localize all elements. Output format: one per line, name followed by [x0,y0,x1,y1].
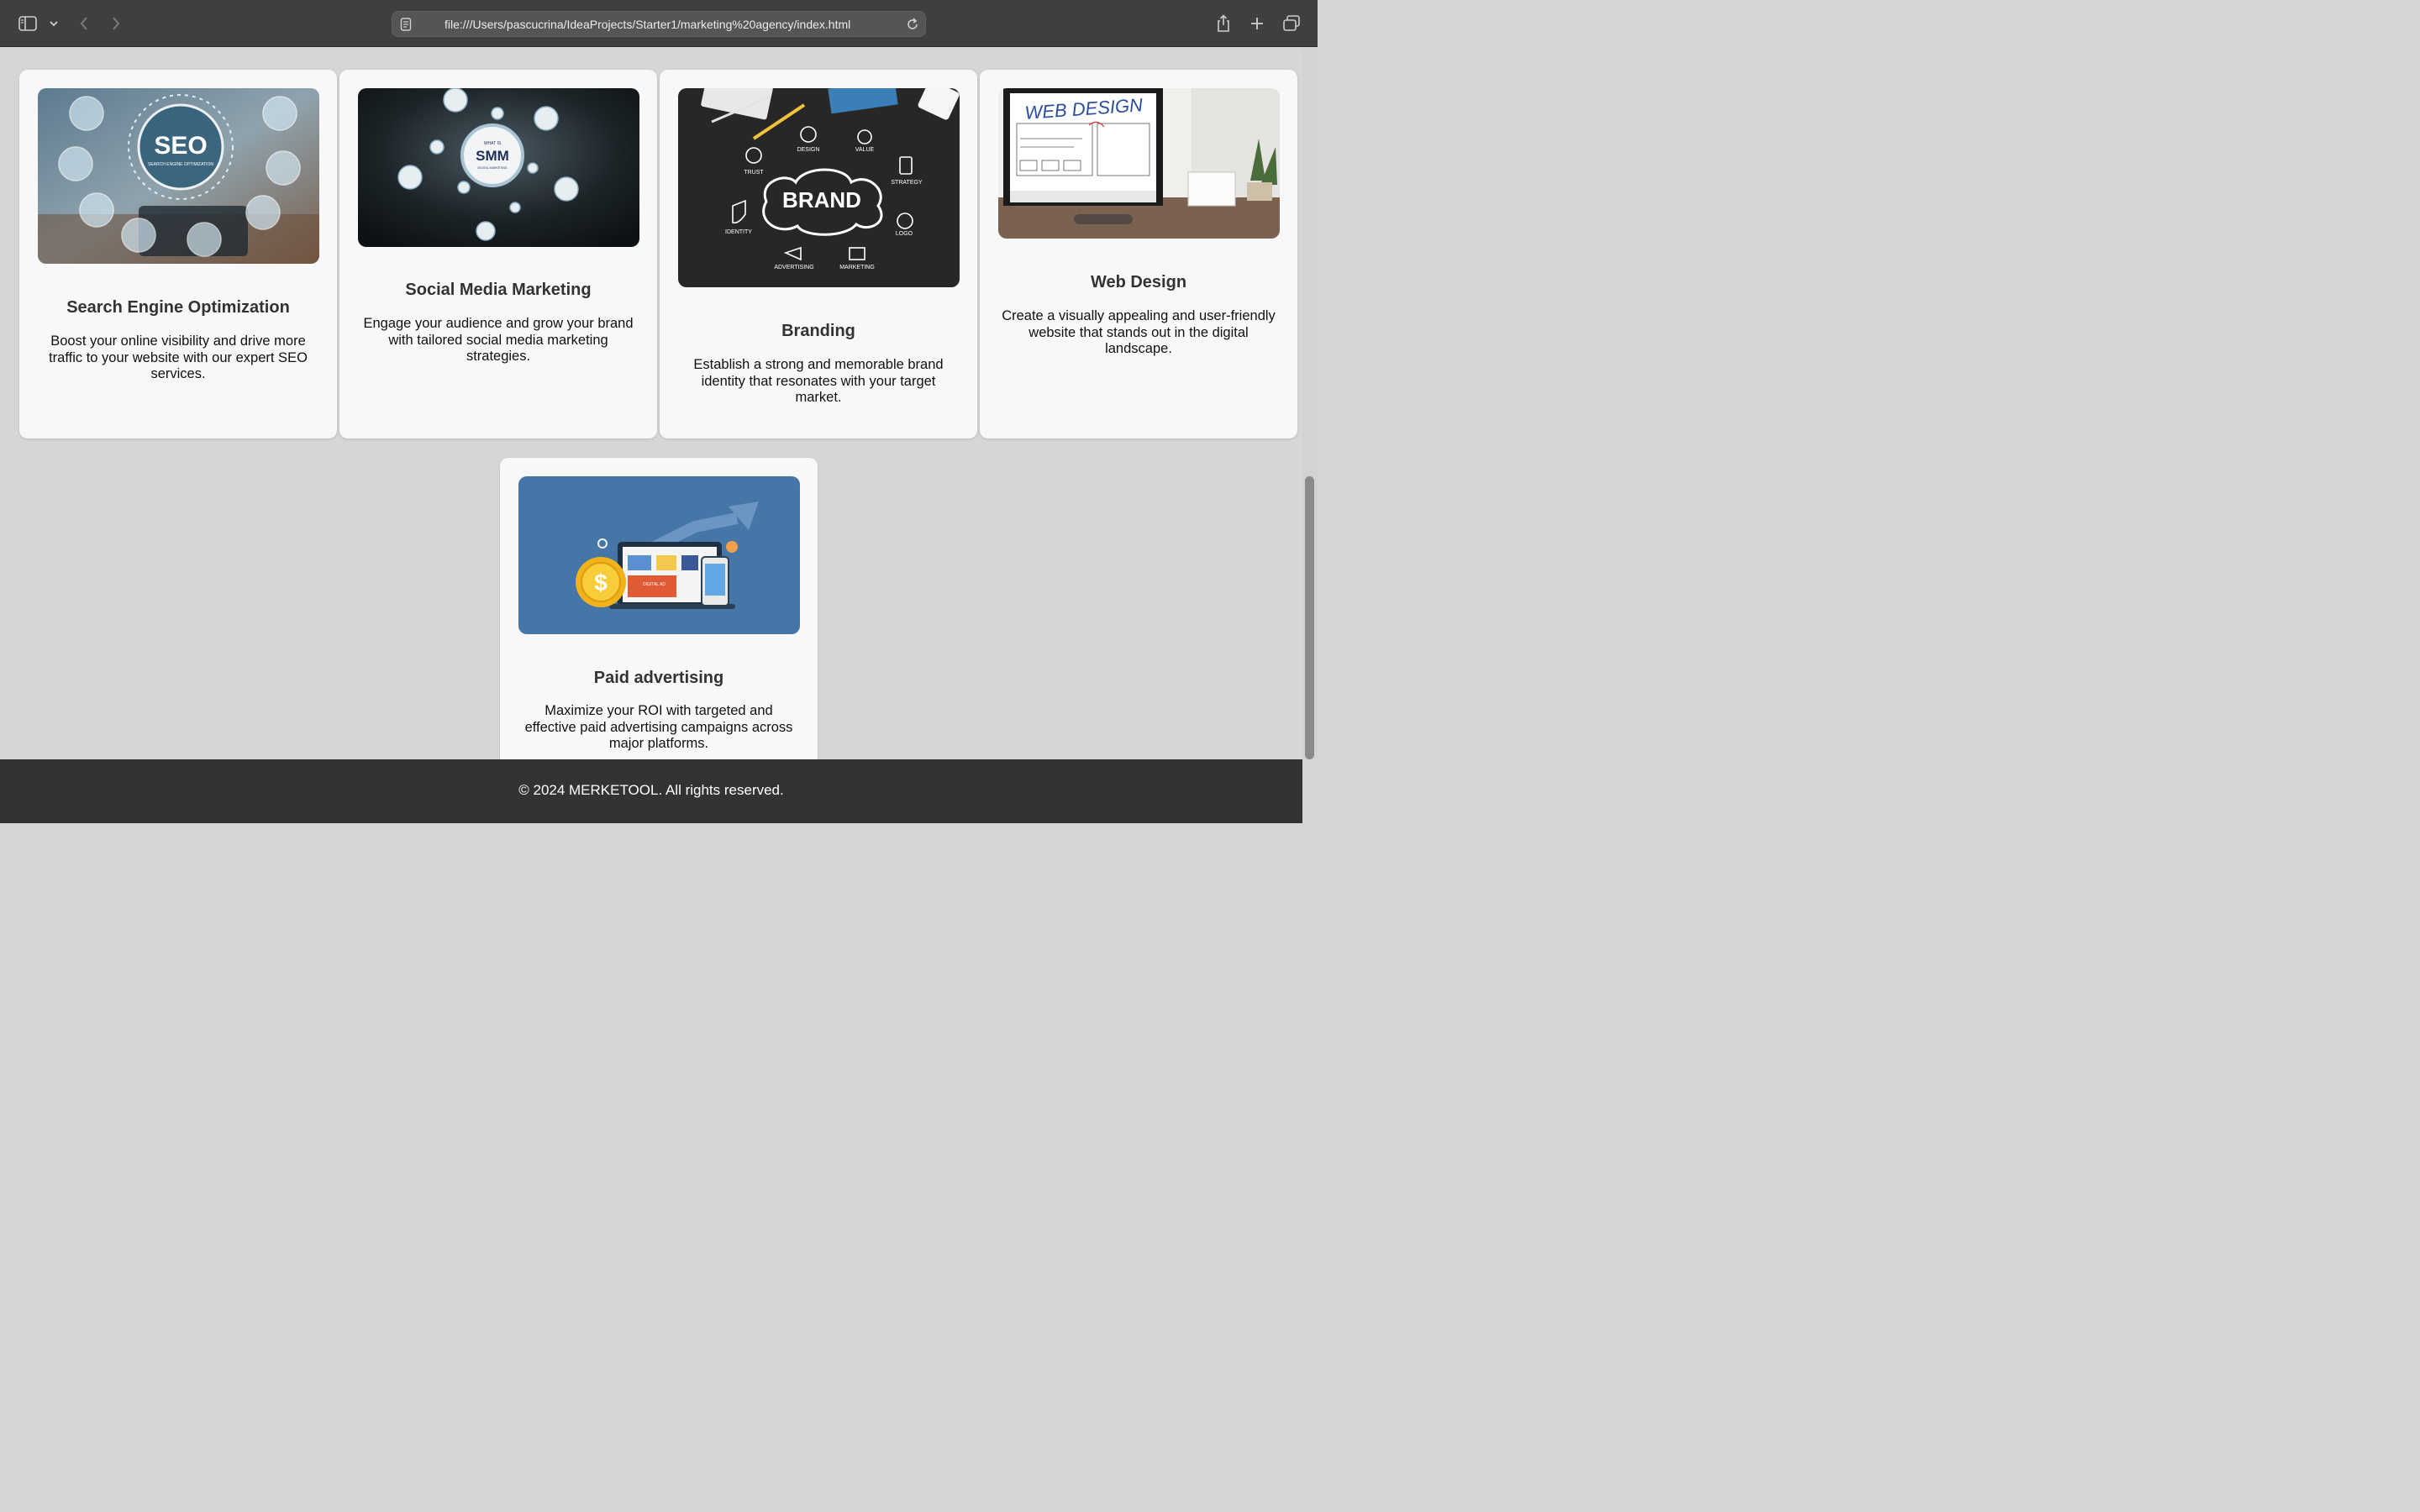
sidebar-toggle-icon[interactable] [16,12,39,35]
brand-label: STRATEGY [891,180,923,186]
paid-advertising-image: DIGITAL AD $ [518,476,800,634]
footer-copyright: © 2024 MERKETOOL. All rights reserved. [518,782,784,798]
smm-image-pretext: WHAT IS [484,141,502,146]
smm-image-subtext: DIGITAL MARKETING [477,166,507,170]
brand-label: IDENTITY [725,229,752,235]
service-title: Social Media Marketing [405,281,592,299]
address-bar[interactable]: file:///Users/pascucrina/IdeaProjects/St… [392,11,926,37]
service-card-web-design: WEB DESIGN Web Design Create a visually … [980,70,1297,438]
service-description: Establish a strong and memorable brand i… [693,357,944,405]
service-title: Branding [781,322,855,340]
service-title: Search Engine Optimization [66,298,290,317]
new-tab-icon[interactable] [1245,12,1269,35]
brand-label: ADVERTISING [774,265,813,270]
smm-image-text: SMM [476,148,509,164]
brand-label: TRUST [744,170,764,176]
service-title: Web Design [1090,273,1187,291]
footer: © 2024 MERKETOOL. All rights reserved. [0,759,1302,823]
url-text[interactable]: file:///Users/pascucrina/IdeaProjects/St… [445,12,850,37]
back-arrow-icon[interactable] [72,12,96,35]
service-card-paid-advertising: DIGITAL AD $ Paid advertising Maximize y… [500,458,818,769]
share-icon[interactable] [1212,12,1235,35]
browser-toolbar: file:///Users/pascucrina/IdeaProjects/St… [0,0,1318,47]
chevron-down-icon[interactable] [42,12,66,35]
service-description: Maximize your ROI with targeted and effe… [524,703,793,751]
dollar-symbol: $ [594,570,608,596]
branding-image: BRAND DESIGN VALUE TRUST STRATEGY IDENTI… [678,88,960,287]
page-icon [400,18,412,35]
brand-label: LOGO [896,231,913,237]
service-title: Paid advertising [593,669,724,687]
smm-image: WHAT IS SMM DIGITAL MARKETING [358,88,639,247]
seo-image-text: SEO [154,132,207,160]
reload-icon[interactable] [905,17,920,36]
seo-image-subtext: SEARCH ENGINE OPTIMIZATION [148,162,213,167]
brand-label: VALUE [855,147,875,153]
forward-arrow-icon[interactable] [104,12,128,35]
brand-label: DESIGN [797,147,820,153]
service-description: Boost your online visibility and drive m… [49,333,308,381]
service-description: Create a visually appealing and user-fri… [1002,308,1276,356]
scrollbar-thumb[interactable] [1305,476,1314,759]
service-card-branding: BRAND DESIGN VALUE TRUST STRATEGY IDENTI… [660,70,977,438]
web-design-image: WEB DESIGN [998,88,1280,239]
tab-overview-icon[interactable] [1280,12,1303,35]
branding-image-text: BRAND [782,187,861,213]
brand-label: MARKETING [839,265,875,270]
service-description: Engage your audience and grow your brand… [363,316,634,364]
service-card-smm: WHAT IS SMM DIGITAL MARKETING Social Med… [339,70,657,438]
service-card-seo: SEO SEARCH ENGINE OPTIMIZATION Search En… [19,70,337,438]
seo-image: SEO SEARCH ENGINE OPTIMIZATION [38,88,319,264]
paid-ad-image-text: DIGITAL AD [643,582,666,587]
